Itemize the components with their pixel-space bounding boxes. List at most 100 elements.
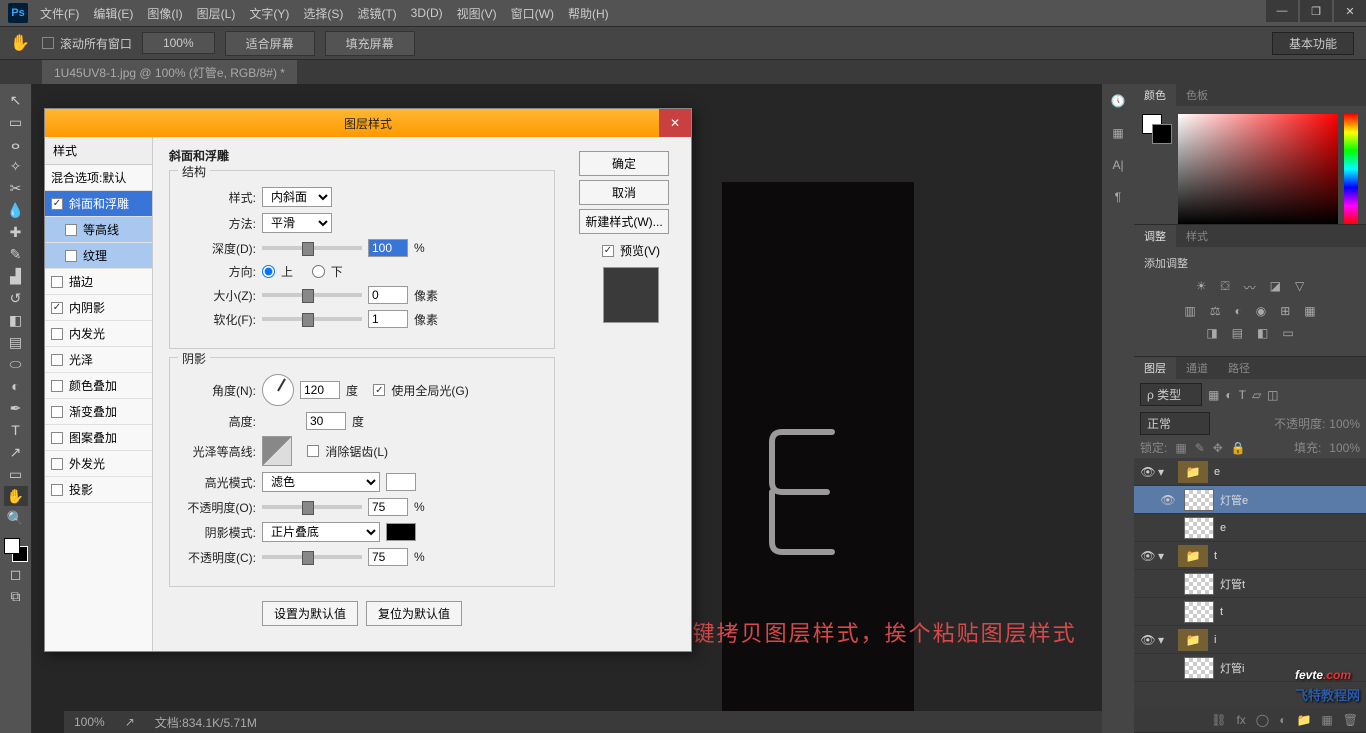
style-select[interactable]: 内斜面 [262,187,332,207]
blend-mode-select[interactable]: 正常 [1140,412,1210,435]
style-outer-glow[interactable]: 外发光 [45,451,152,477]
adjustment-layer-icon[interactable]: ◐ [1279,713,1286,727]
style-checkbox[interactable] [51,354,63,366]
fg-color[interactable] [4,538,20,554]
layer-name[interactable]: 灯管t [1220,576,1245,592]
layer-t[interactable]: t [1134,598,1366,626]
folder-toggle[interactable]: ▾ [1158,465,1172,479]
lasso-tool[interactable]: ⴰ [4,134,28,154]
highlight-mode-select[interactable]: 滤色 [262,472,380,492]
filter-type-icon[interactable]: T [1239,388,1246,402]
dialog-close-button[interactable]: ✕ [659,109,691,137]
workspace-dropdown[interactable]: 基本功能 [1272,32,1354,55]
layer-name[interactable]: e [1214,466,1220,478]
cancel-button[interactable]: 取消 [579,180,669,205]
soften-slider[interactable] [262,317,362,321]
style-blending-options[interactable]: 混合选项:默认 [45,165,152,191]
menu-edit[interactable]: 编辑(E) [93,5,133,22]
swatches-tab[interactable]: 色板 [1176,84,1218,106]
gradient-tool[interactable]: ▤ [4,332,28,352]
mixer-icon[interactable]: ⊞ [1280,304,1290,318]
size-slider[interactable] [262,293,362,297]
marquee-tool[interactable]: ▭ [4,112,28,132]
pen-tool[interactable]: ✒ [4,398,28,418]
menu-select[interactable]: 选择(S) [303,5,343,22]
type-tool[interactable]: T [4,420,28,440]
style-texture[interactable]: 纹理 [45,243,152,269]
filter-shape-icon[interactable]: ▱ [1252,388,1261,402]
menu-layer[interactable]: 图层(L) [197,5,236,22]
shadow-color[interactable] [386,523,416,541]
properties-panel-icon[interactable]: ▦ [1112,126,1123,140]
crop-tool[interactable]: ✂ [4,178,28,198]
style-inner-shadow[interactable]: 内阴影 [45,295,152,321]
hue-icon[interactable]: ▥ [1184,304,1195,318]
paragraph-panel-icon[interactable]: ¶ [1115,190,1121,204]
layer-tube-e[interactable]: 👁灯管e [1134,486,1366,514]
posterize-icon[interactable]: ▤ [1232,326,1243,340]
layer-name[interactable]: 灯管i [1220,660,1244,676]
lock-icon[interactable]: 🔒 [1231,441,1246,455]
lookup-icon[interactable]: ▦ [1304,304,1315,318]
layer-name[interactable]: e [1220,522,1226,534]
vibrance-icon[interactable]: ▽ [1295,279,1304,296]
style-checkbox[interactable] [51,328,63,340]
soften-input[interactable] [368,310,408,328]
link-layers-icon[interactable]: ⛓ [1211,713,1226,727]
depth-slider[interactable] [262,246,362,250]
visibility-toggle[interactable]: 👁 [1138,549,1158,563]
folder-toggle[interactable]: ▾ [1158,633,1172,647]
style-checkbox[interactable] [51,380,63,392]
path-tool[interactable]: ↗ [4,442,28,462]
eraser-tool[interactable]: ◧ [4,310,28,330]
altitude-input[interactable] [306,412,346,430]
status-zoom[interactable]: 100% [74,715,105,729]
blur-tool[interactable]: ⬭ [4,354,28,374]
style-drop-shadow[interactable]: 投影 [45,477,152,503]
mask-icon[interactable]: ◯ [1256,713,1269,727]
layer-e[interactable]: e [1134,514,1366,542]
menu-window[interactable]: 窗口(W) [511,5,554,22]
layer-name[interactable]: t [1214,550,1217,562]
filter-pixel-icon[interactable]: ▦ [1208,388,1219,402]
move-tool[interactable]: ↖ [4,90,28,110]
group-icon[interactable]: 📁 [1296,713,1311,727]
shadow-opacity-slider[interactable] [262,555,362,559]
layer-group-t[interactable]: 👁▾📁t [1134,542,1366,570]
style-satin[interactable]: 光泽 [45,347,152,373]
style-contour[interactable]: 等高线 [45,217,152,243]
brightness-icon[interactable]: ☀ [1196,279,1207,296]
paths-tab[interactable]: 路径 [1218,357,1260,379]
hue-slider[interactable] [1344,114,1358,224]
dialog-title-bar[interactable]: 图层样式 ✕ [45,109,691,137]
style-checkbox[interactable] [51,432,63,444]
style-bevel-emboss[interactable]: 斜面和浮雕 [45,191,152,217]
panel-swatches[interactable] [1142,114,1172,144]
lock-pixels-icon[interactable]: ▦ [1175,441,1186,455]
fill-screen-button[interactable]: 填充屏幕 [325,31,415,56]
layer-name[interactable]: 灯管e [1220,492,1248,508]
preview-checkbox[interactable] [602,245,614,257]
angle-input[interactable] [300,381,340,399]
minimize-button[interactable]: — [1266,0,1298,22]
eyedropper-tool[interactable]: 💧 [4,200,28,220]
zoom-tool[interactable]: 🔍 [4,508,28,528]
menu-3d[interactable]: 3D(D) [411,6,443,20]
method-select[interactable]: 平滑 [262,213,332,233]
layer-group-i[interactable]: 👁▾📁i [1134,626,1366,654]
angle-wheel[interactable] [262,374,294,406]
layer-filter-kind[interactable]: ρ 类型 [1140,383,1202,406]
levels-icon[interactable]: ⛋ [1221,279,1230,296]
menu-view[interactable]: 视图(V) [457,5,497,22]
reset-default-button[interactable]: 复位为默认值 [366,601,462,626]
balance-icon[interactable]: ⚖ [1210,304,1221,318]
visibility-toggle[interactable]: 👁 [1138,633,1158,647]
map-icon[interactable]: ▭ [1282,326,1293,340]
healing-tool[interactable]: ✚ [4,222,28,242]
history-panel-icon[interactable]: 🕔 [1111,94,1126,108]
status-export-icon[interactable]: ↗ [125,715,135,729]
bw-icon[interactable]: ◐ [1234,304,1241,318]
fill-value[interactable]: 100% [1329,441,1360,455]
menu-file[interactable]: 文件(F) [40,5,79,22]
folder-toggle[interactable]: ▾ [1158,549,1172,563]
